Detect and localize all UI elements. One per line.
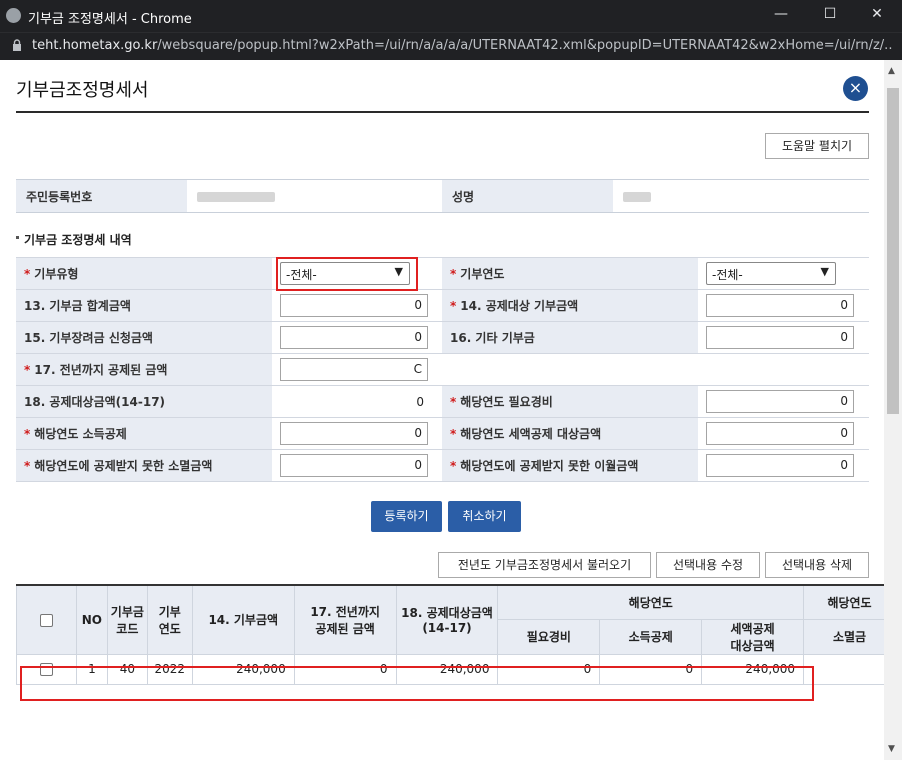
globe-icon [6,8,21,23]
name-value [613,179,869,213]
empty-cell [442,354,869,386]
tax-label: * 해당연도 세액공제 대상금액 [442,417,698,450]
scroll-up-arrow[interactable]: ▲ [888,66,895,76]
url-host: teht.hometax.go.kr [32,38,158,53]
f18-label: 18. 공제대상금액(14-17) [16,385,272,418]
cancel-button[interactable]: 취소하기 [448,501,521,532]
col-deducted: 17. 전년까지 공제된 금액 [293,584,397,655]
col-code: 기부금 코드 [106,584,148,655]
type-label: * 기부유형 [16,257,272,290]
address-bar[interactable]: teht.hometax.go.kr/websquare/popup.html?… [0,32,902,60]
popup-content: 기부금조정명세서 × 도움말 펼치기 주민등록번호 성명 기부금 조정명세 내역… [0,60,884,760]
extinct-input[interactable]: 0 [280,454,428,477]
url-path: /websquare/popup.html?w2xPath=/ui/rn/a/a… [157,38,892,53]
scroll-thumb[interactable] [887,88,899,414]
load-previous-button[interactable]: 전년도 기부금조정명세서 불러오기 [438,552,651,578]
url-text[interactable]: teht.hometax.go.kr/websquare/popup.html?… [32,38,892,53]
f13-label: 13. 기부금 합계금액 [16,289,272,322]
page-title: 기부금조정명세서 [16,80,149,101]
delete-selected-button[interactable]: 선택내용 삭제 [765,552,869,578]
donation-year-select[interactable]: -전체- ▼ [706,262,836,285]
ssn-label: 주민등록번호 [16,179,187,213]
f17-label: * 17. 전년까지 공제된 금액 [16,353,272,386]
income-input[interactable]: 0 [280,422,428,445]
f18-value: 0 [272,385,442,418]
f13-input[interactable]: 0 [280,294,428,317]
help-toggle-button[interactable]: 도움말 펼치기 [765,133,869,159]
col-tax: 세액공제 대상금액 [701,618,805,655]
maximize-button[interactable]: ☐ [815,6,845,22]
f16-label: 16. 기타 기부금 [442,321,698,354]
scroll-down-arrow[interactable]: ▼ [888,744,895,754]
section-bullet [16,236,19,239]
f16-input[interactable]: 0 [706,326,854,349]
col-target: 18. 공제대상금액 (14-17) [395,584,499,655]
minimize-button[interactable]: — [766,6,796,22]
year-label: * 기부연도 [442,257,698,290]
col-extinct: 소멸금 [803,618,884,655]
donation-form-table: * 기부유형 -전체- ▼ * 기부연도 -전체- ▼ 13. 기부금 합계금액 0 *… [16,257,869,482]
tax-input[interactable]: 0 [706,422,854,445]
register-button[interactable]: 등록하기 [371,501,442,532]
col-group-current-year: 해당연도 [497,584,805,620]
ssn-value [187,179,442,213]
person-info-table: 주민등록번호 성명 [16,179,869,213]
window-titlebar: 기부금 조정명세서 - Chrome — ☐ ✕ [0,0,902,32]
col-no: NO [75,584,108,655]
f14-input[interactable]: 0 [706,294,854,317]
year-cell: -전체- ▼ [698,257,869,290]
close-window-button[interactable]: ✕ [862,6,892,22]
carry-input[interactable]: 0 [706,454,854,477]
need-input[interactable]: 0 [706,390,854,413]
highlight-type-select [276,257,418,291]
f15-label: 15. 기부장려금 신청금액 [16,321,272,354]
col-income: 소득공제 [599,618,703,655]
col-need: 필요경비 [497,618,601,655]
edit-selected-button[interactable]: 선택내용 수정 [656,552,760,578]
select-all-cell [16,584,77,655]
extinct-label: * 해당연도에 공제받지 못한 소멸금액 [16,449,272,482]
highlight-row [20,666,814,701]
f15-input[interactable]: 0 [280,326,428,349]
name-label: 성명 [442,179,613,213]
lock-icon [13,39,21,51]
need-label: * 해당연도 필요경비 [442,385,698,418]
income-label: * 해당연도 소득공제 [16,417,272,450]
select-all-checkbox[interactable] [39,613,53,627]
row-extinct [803,653,884,685]
col-year: 기부 연도 [146,584,193,655]
title-divider [16,111,869,113]
f14-label: * 14. 공제대상 기부금액 [442,289,698,322]
col-amount: 14. 기부금액 [191,584,295,655]
close-popup-button[interactable]: × [843,76,868,101]
carry-label: * 해당연도에 공제받지 못한 이월금액 [442,449,698,482]
section-title: 기부금 조정명세 내역 [24,233,132,247]
vertical-scrollbar[interactable]: ▲ ▼ [884,60,902,760]
chevron-down-icon: ▼ [820,265,829,278]
f17-input[interactable]: C [280,358,428,381]
window-title: 기부금 조정명세서 - Chrome [28,12,192,27]
col-group-next: 해당연도 [803,584,884,620]
